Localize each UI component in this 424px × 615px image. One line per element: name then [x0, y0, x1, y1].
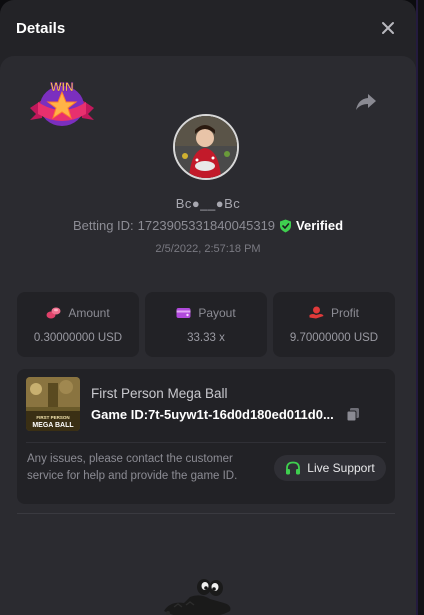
bet-datetime: 2/5/2022, 2:57:18 PM	[155, 243, 261, 255]
money-hand-icon	[309, 306, 324, 319]
coins-icon	[46, 307, 61, 319]
support-note: Any issues, please contact the customer …	[27, 453, 238, 482]
modal-title: Details	[16, 19, 66, 37]
stat-profit-label: Profit	[330, 305, 359, 320]
betting-id-value: 1723905331840045319	[137, 218, 276, 233]
wallet-icon	[176, 308, 191, 318]
stat-payout-label: Payout	[198, 305, 236, 320]
betting-id-row: Betting ID: 1723905331840045319 Verified	[0, 218, 416, 233]
close-button[interactable]	[378, 18, 398, 38]
stat-amount: Amount 0.30000000 USD	[17, 292, 139, 357]
backdrop-edge-accent	[416, 0, 418, 615]
game-id: Game ID:7t-5uyw1t-16d0d180ed011d0...	[91, 407, 341, 422]
svg-text:MEGA BALL: MEGA BALL	[32, 422, 74, 429]
stat-profit-value: 9.70000000 USD	[289, 331, 379, 344]
live-support-label: Live Support	[307, 461, 375, 475]
win-badge-icon: WIN	[30, 80, 94, 126]
copy-button[interactable]	[346, 407, 360, 422]
share-button[interactable]	[355, 92, 377, 112]
game-id-label: Game ID:	[91, 407, 149, 422]
win-badge-text: WIN	[50, 80, 73, 94]
stat-payout: Payout 33.33 x	[145, 292, 267, 357]
modal-header: Details	[0, 0, 416, 56]
game-thumbnail[interactable]: FIRST PERSON MEGA BALL	[26, 377, 80, 431]
game-name: First Person Mega Ball	[91, 386, 228, 401]
details-modal: Details WIN Bc●__●Bc Betting ID: 1723905…	[0, 0, 416, 615]
stat-payout-value: 33.33 x	[187, 331, 225, 344]
backdrop-edge	[418, 0, 424, 615]
avatar	[173, 114, 239, 180]
headset-icon	[286, 461, 301, 474]
game-divider	[26, 442, 386, 443]
stat-profit: Profit 9.70000000 USD	[273, 292, 395, 357]
game-panel: FIRST PERSON MEGA BALL First Person Mega…	[17, 369, 395, 504]
stat-amount-label: Amount	[68, 305, 110, 320]
stats-row: Amount 0.30000000 USD Payout 33.33 x Pro…	[17, 292, 395, 357]
crocodile-mascot-icon	[164, 579, 231, 615]
game-thumbnail-image: FIRST PERSON MEGA BALL	[26, 377, 80, 431]
verified-shield-icon	[280, 219, 292, 232]
svg-text:FIRST PERSON: FIRST PERSON	[36, 415, 69, 420]
username: Bc●__●Bc	[175, 196, 241, 211]
game-id-value: 7t-5uyw1t-16d0d180ed011d0...	[148, 407, 334, 422]
verified-label: Verified	[296, 218, 344, 233]
close-icon	[382, 22, 394, 34]
betting-id-label: Betting ID:	[72, 218, 134, 233]
section-separator	[17, 513, 395, 514]
stat-amount-value: 0.30000000 USD	[33, 331, 123, 344]
bet-card: WIN Bc●__●Bc Betting ID: 172390533184004…	[0, 56, 416, 615]
avatar-image	[175, 116, 237, 178]
live-support-button[interactable]: Live Support	[274, 455, 386, 481]
